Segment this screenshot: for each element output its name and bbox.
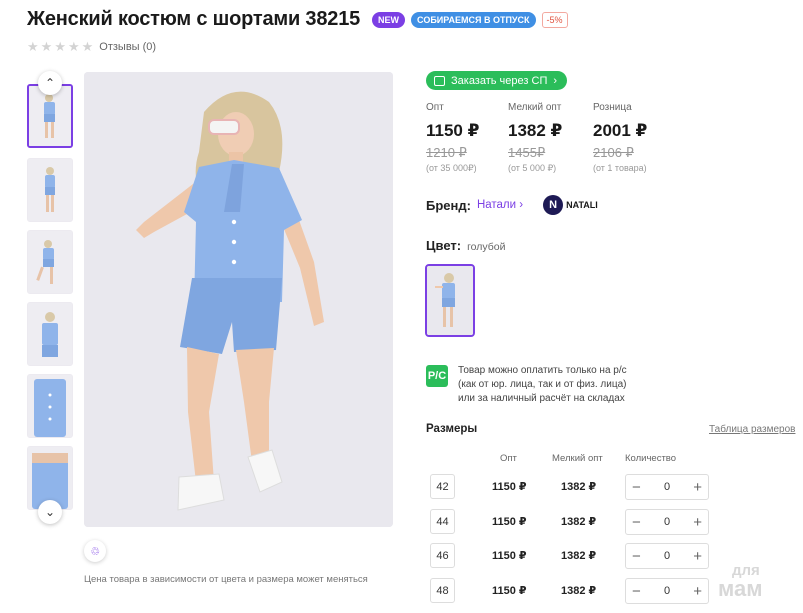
chevron-right-icon: ›: [553, 74, 558, 87]
quantity-stepper: − 0 +: [625, 543, 709, 569]
quantity-stepper: − 0 +: [625, 509, 709, 535]
price-min: (от 1 товара): [593, 163, 647, 173]
small-opt-price: 1382 ₽: [561, 585, 597, 597]
hanger-icon: ♲: [90, 545, 100, 558]
minus-button[interactable]: −: [632, 584, 641, 599]
color-swatch-blue[interactable]: [425, 264, 475, 337]
chevron-down-icon: ⌄: [44, 505, 56, 519]
sizes-title: Размеры: [426, 423, 478, 435]
price-label: Опт: [426, 102, 444, 113]
thumbnail-4[interactable]: [27, 302, 73, 366]
brand-logo[interactable]: N NATALI: [543, 195, 598, 215]
opt-price: 1150 ₽: [492, 550, 527, 562]
minus-button[interactable]: −: [632, 515, 641, 530]
thumbnail-5[interactable]: [27, 374, 73, 438]
price-note: Цена товара в зависимости от цвета и раз…: [84, 574, 368, 585]
order-via-sp-button[interactable]: Заказать через СП ›: [426, 71, 568, 90]
main-product-photo[interactable]: [84, 72, 393, 527]
opt-price: 1150 ₽: [492, 585, 527, 597]
quantity-value[interactable]: 0: [664, 550, 670, 562]
color-value: голубой: [467, 241, 506, 253]
size-label: 48: [430, 578, 455, 603]
model-illustration: [84, 72, 393, 527]
color-label: Цвет:: [426, 238, 462, 253]
thumbnail-strip: ⌃ ⌄: [27, 71, 73, 524]
price-value: 1150 ₽: [426, 121, 480, 140]
small-opt-price: 1382 ₽: [561, 550, 597, 562]
star-icon: ★: [54, 39, 66, 54]
minus-button[interactable]: −: [632, 549, 641, 564]
thumbnails-up-button[interactable]: ⌃: [38, 71, 62, 95]
price-opt: Опт 1150 ₽ 1210 ₽ (от 35 000₽): [426, 102, 479, 174]
size-label: 46: [430, 543, 455, 568]
minus-button[interactable]: −: [632, 480, 641, 495]
header-quantity: Количество: [625, 453, 677, 464]
price-min: (от 5 000 ₽): [508, 163, 557, 173]
quantity-stepper: − 0 +: [625, 578, 709, 604]
star-icon: ★: [67, 39, 80, 54]
opt-price: 1150 ₽: [492, 481, 527, 493]
brand-label: Бренд:: [426, 197, 471, 213]
bag-icon: [434, 75, 445, 86]
vacation-badge[interactable]: СОБИРАЕМСЯ В ОТПУСК: [411, 11, 536, 28]
small-opt-price: 1382 ₽: [561, 481, 597, 493]
price-old: 2106 ₽: [593, 145, 634, 160]
discount-badge: -5%: [541, 11, 568, 28]
brand-logo-text: NATALI: [566, 200, 598, 210]
plus-button[interactable]: +: [693, 584, 702, 599]
quantity-value[interactable]: 0: [664, 481, 670, 493]
watermark: для мам: [718, 562, 763, 601]
brand-link[interactable]: Натали ›: [477, 199, 523, 211]
brand-logo-icon: N: [543, 195, 564, 215]
price-old: 1455₽: [508, 145, 546, 160]
payment-note: Товар можно оплатить только на р/с (как …: [458, 365, 627, 404]
title-row: Женский костюм с шортами 38215 NEW СОБИР…: [27, 8, 568, 31]
size-row-42: 42 1150 ₽ 1382 ₽ − 0 +: [430, 474, 730, 500]
hanger-button[interactable]: ♲: [84, 540, 106, 562]
size-label: 42: [430, 474, 455, 499]
size-chart-link[interactable]: Таблица размеров: [709, 424, 795, 435]
star-icon: ★: [81, 39, 94, 54]
rating-stars: ★ ★ ★ ★ ★: [27, 40, 93, 53]
bank-transfer-icon: Р/С: [426, 365, 448, 387]
header-small-opt: Мелкий опт: [552, 453, 603, 464]
color-row: Цвет: голубой: [426, 238, 506, 253]
plus-button[interactable]: +: [693, 480, 702, 495]
plus-button[interactable]: +: [693, 549, 702, 564]
price-min: (от 35 000₽): [426, 163, 477, 173]
size-row-44: 44 1150 ₽ 1382 ₽ − 0 +: [430, 509, 730, 535]
price-small-opt: Мелкий опт 1382 ₽ 1455₽ (от 5 000 ₽): [508, 102, 562, 174]
header-opt: Опт: [500, 453, 517, 464]
plus-button[interactable]: +: [693, 515, 702, 530]
quantity-value[interactable]: 0: [664, 516, 670, 528]
brand-row: Бренд: Натали › N NATALI: [426, 195, 598, 215]
opt-price: 1150 ₽: [492, 516, 527, 528]
quantity-value[interactable]: 0: [664, 585, 670, 597]
price-old: 1210 ₽: [426, 145, 467, 160]
new-badge: NEW: [372, 11, 406, 28]
size-row-48: 48 1150 ₽ 1382 ₽ − 0 +: [430, 578, 730, 604]
size-row-46: 46 1150 ₽ 1382 ₽ − 0 +: [430, 543, 730, 569]
star-icon: ★: [40, 39, 53, 54]
star-icon: ★: [27, 39, 39, 54]
price-retail: Розница 2001 ₽ 2106 ₽ (от 1 товара): [593, 102, 647, 173]
thumbnail-3[interactable]: [27, 230, 73, 294]
size-label: 44: [430, 509, 455, 534]
thumbnails-down-button[interactable]: ⌄: [38, 500, 62, 524]
small-opt-price: 1382 ₽: [561, 516, 597, 528]
quantity-stepper: − 0 +: [625, 474, 709, 500]
reviews-link[interactable]: Отзывы (0): [99, 41, 156, 53]
rating-row: ★ ★ ★ ★ ★ Отзывы (0): [27, 40, 156, 53]
price-label: Мелкий опт: [508, 102, 562, 113]
chevron-up-icon: ⌃: [44, 76, 56, 90]
order-via-sp-label: Заказать через СП: [451, 74, 548, 87]
thumbnail-2[interactable]: [27, 158, 73, 222]
price-value: 1382 ₽: [508, 121, 563, 140]
price-value: 2001 ₽: [593, 121, 648, 140]
product-title: Женский костюм с шортами 38215: [27, 8, 361, 30]
price-label: Розница: [593, 102, 632, 113]
